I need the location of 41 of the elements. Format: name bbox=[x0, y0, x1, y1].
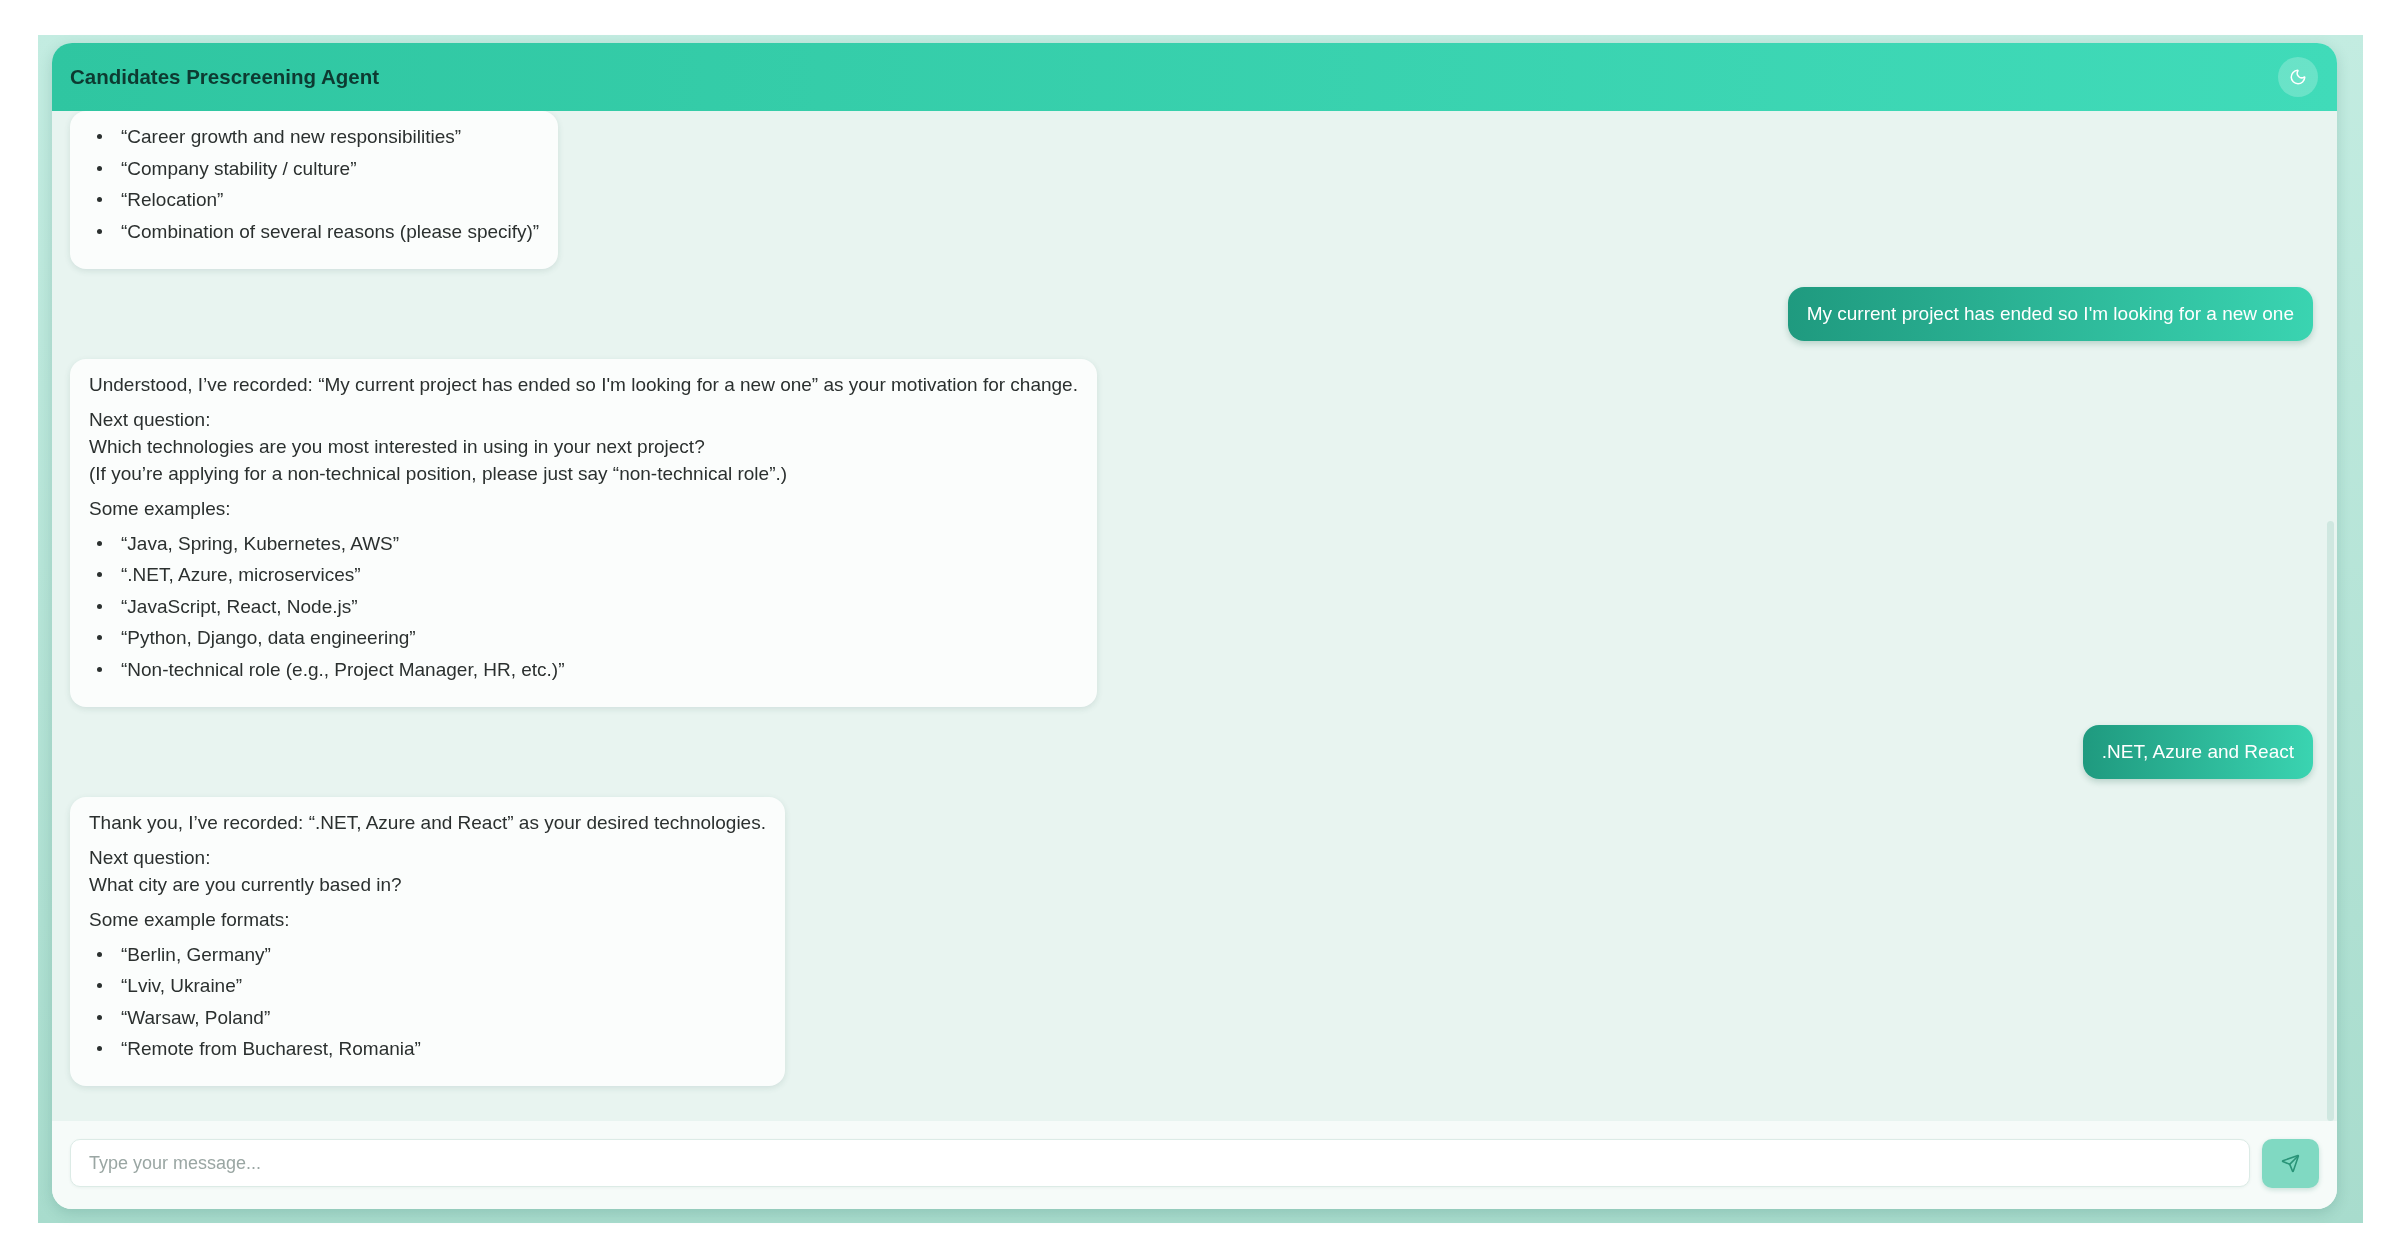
user-message-bubble: .NET, Azure and React bbox=[2082, 724, 2313, 779]
bullet-icon bbox=[97, 165, 102, 171]
list-item-text: “Warsaw, Poland” bbox=[121, 1005, 271, 1030]
bullet-icon bbox=[97, 228, 102, 234]
bullet-icon bbox=[97, 1014, 102, 1020]
list-item-text: “Relocation” bbox=[121, 188, 224, 212]
app-title: Candidates Prescreening Agent bbox=[70, 63, 380, 90]
scrollbar[interactable] bbox=[2327, 521, 2334, 1121]
bullet-icon bbox=[97, 572, 102, 577]
list-item-text: “Lviv, Ukraine” bbox=[121, 974, 243, 998]
send-icon bbox=[2281, 1154, 2300, 1173]
list-item-text: “JavaScript, React, Node.js” bbox=[121, 594, 358, 619]
list-item-text: “Company stability / culture” bbox=[121, 156, 357, 181]
message-text: Understood, I’ve recorded: “My current project has ended so I'm looking for a new one” as your motivation for change. bbox=[89, 372, 1078, 397]
message-text: Next question: What city are you currently based in? bbox=[89, 845, 403, 897]
list-item-text: “Python, Django, data engineering” bbox=[121, 626, 416, 650]
message-text: Next question: Which technologies are you most interested in using in your next project? (If you’re applying for a non-technical position, please just say “non-technical role”.) bbox=[89, 407, 789, 486]
message-text: Some examples: bbox=[89, 496, 232, 521]
list-item-text: “Berlin, Germany” bbox=[121, 942, 271, 967]
user-message-bubble: My current project has ended so I'm looking for a new one bbox=[1787, 286, 2313, 341]
message-input-field[interactable]: Type your message... bbox=[70, 1139, 2250, 1187]
message-text: Some example formats: bbox=[89, 907, 291, 932]
list-item-text: “Combination of several reasons (please specify)” bbox=[121, 219, 540, 244]
bullet-icon bbox=[97, 635, 102, 640]
bullet-icon bbox=[97, 951, 102, 957]
send-button[interactable] bbox=[2262, 1139, 2319, 1188]
list-item-text: “Remote from Bucharest, Romania” bbox=[121, 1037, 421, 1061]
list-item-text: “Java, Spring, Kubernetes, AWS” bbox=[121, 531, 400, 556]
bullet-icon bbox=[97, 603, 102, 609]
message-text: Thank you, I’ve recorded: “.NET, Azure and React” as your desired technologies. bbox=[89, 810, 766, 835]
bullet-icon bbox=[97, 540, 102, 546]
bullet-icon bbox=[97, 1046, 102, 1051]
bullet-icon bbox=[97, 197, 102, 202]
theme-toggle-button[interactable] bbox=[2278, 57, 2318, 97]
moon-icon bbox=[2289, 68, 2307, 86]
bullet-icon bbox=[97, 134, 102, 139]
bullet-icon bbox=[97, 983, 102, 988]
list-item-text: “.NET, Azure, microservices” bbox=[121, 563, 361, 587]
list-item-text: “Career growth and new responsibilities” bbox=[121, 125, 462, 149]
list-item-text: “Non-technical role (e.g., Project Manager, HR, etc.)” bbox=[121, 657, 565, 682]
bullet-icon bbox=[97, 666, 102, 672]
